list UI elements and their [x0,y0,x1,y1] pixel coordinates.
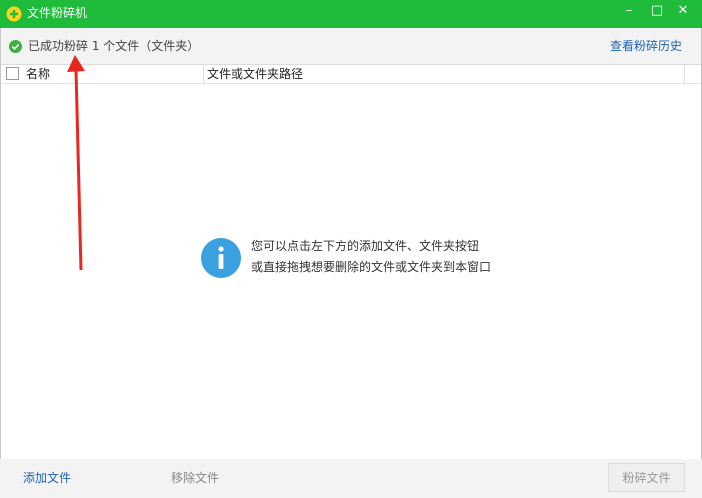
empty-hint-line1: 您可以点击左下方的添加文件、文件夹按钮 [251,239,480,253]
close-button[interactable]: ✕ [668,0,698,24]
bottom-toolbar: 添加文件 移除文件 粉碎文件 [0,459,702,498]
table-header: 名称 文件或文件夹路径 [0,64,702,84]
close-icon: ✕ [677,3,689,18]
column-header-path[interactable]: 文件或文件夹路径 [207,67,303,81]
check-circle-icon [9,40,22,53]
minimize-button[interactable]: – [614,0,644,24]
window-border-left [0,28,1,498]
select-all-checkbox[interactable] [6,67,19,80]
minimize-icon: – [625,3,633,18]
status-bar: 已成功粉碎 1 个文件（文件夹） 查看粉碎历史 [0,28,702,64]
column-divider[interactable] [203,65,204,84]
status-message: 已成功粉碎 1 个文件（文件夹） [28,39,200,53]
title-bar: 文件粉碎机 – □ ✕ [0,0,702,28]
window-title: 文件粉碎机 [27,6,88,20]
empty-hint-line2: 或直接拖拽想要删除的文件或文件夹到本窗口 [251,260,492,274]
shred-history-link[interactable]: 查看粉碎历史 [610,38,682,54]
app-logo-icon [6,6,22,22]
info-icon [201,238,241,278]
add-file-button[interactable]: 添加文件 [23,470,71,486]
remove-file-button[interactable]: 移除文件 [171,470,219,486]
shred-file-button[interactable]: 粉碎文件 [608,463,685,492]
column-header-name[interactable]: 名称 [26,67,50,81]
maximize-icon: □ [650,3,664,18]
column-divider[interactable] [684,65,685,84]
